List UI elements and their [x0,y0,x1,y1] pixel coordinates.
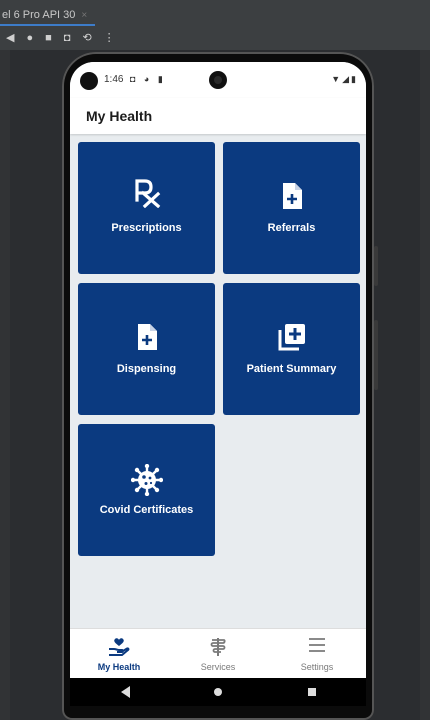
signal-battery-icons: ▼◢▮ [331,74,358,84]
tile-label: Patient Summary [246,363,337,375]
close-icon[interactable]: × [81,10,87,21]
app-bar: My Health [70,98,366,134]
rx-icon [78,178,215,210]
device-tab-label: el 6 Pro API 30 [2,9,76,21]
bottom-navigation: My Health Services Settings [70,628,366,679]
tile-label: Prescriptions [111,222,182,234]
virus-icon [78,463,215,497]
nav-label: Services [200,662,236,672]
volume-button[interactable] [374,246,378,286]
hand-heart-icon [70,637,168,657]
emulator-left-edge [0,50,10,720]
emulator-controls: ◀ ● ■ ◘ ⟲ ⋮ [6,30,115,46]
prescriptions-tile[interactable]: Prescriptions [78,142,215,274]
phone-screen: 1:46 ◘ ◕ ▮ ▼◢▮ My Health Prescriptions R… [70,62,366,706]
tile-label: Referrals [267,222,316,234]
notification-icons: ◘ ◕ ▮ [130,74,166,84]
dispensing-tile[interactable]: Dispensing [78,283,215,415]
camera-cutout [80,72,98,90]
nav-label: Settings [300,662,334,672]
tile-label: Dispensing [116,363,177,375]
front-camera [209,71,227,89]
emulator-toolbar: el 6 Pro API 30 × ◀ ● ■ ◘ ⟲ ⋮ [0,0,430,50]
nav-item-my-health[interactable]: My Health [70,629,168,679]
document-plus-icon [78,323,215,353]
power-button[interactable] [374,320,378,390]
document-plus-icon [223,182,360,212]
library-add-icon [223,323,360,353]
snapshot-icon[interactable]: ⟲ [82,30,91,46]
referrals-tile[interactable]: Referrals [223,142,360,274]
nav-item-services[interactable]: Services [169,629,267,679]
back-control-icon[interactable]: ◀ [6,30,14,46]
home-icon[interactable] [214,688,222,696]
device-tab[interactable]: el 6 Pro API 30 × [0,6,96,26]
screenshot-icon[interactable]: ◘ [64,30,71,46]
back-icon[interactable] [106,678,146,706]
tile-label: Covid Certificates [99,504,194,516]
covid-certificates-tile[interactable]: Covid Certificates [78,424,215,556]
medical-services-icon [169,637,267,657]
recents-icon[interactable] [308,688,316,696]
home-control-icon[interactable]: ● [26,30,33,46]
status-time: 1:46 [104,74,124,85]
patient-summary-tile[interactable]: Patient Summary [223,283,360,415]
nav-item-settings[interactable]: Settings [268,629,366,679]
overview-control-icon[interactable]: ■ [45,30,52,46]
system-navigation-bar [70,678,366,706]
emulator-right-edge [420,50,430,720]
nav-label: My Health [97,662,141,672]
status-bar: 1:46 ◘ ◕ ▮ ▼◢▮ [70,62,366,98]
page-title: My Health [86,108,153,124]
more-icon[interactable]: ⋮ [104,30,115,46]
menu-icon [268,637,366,657]
